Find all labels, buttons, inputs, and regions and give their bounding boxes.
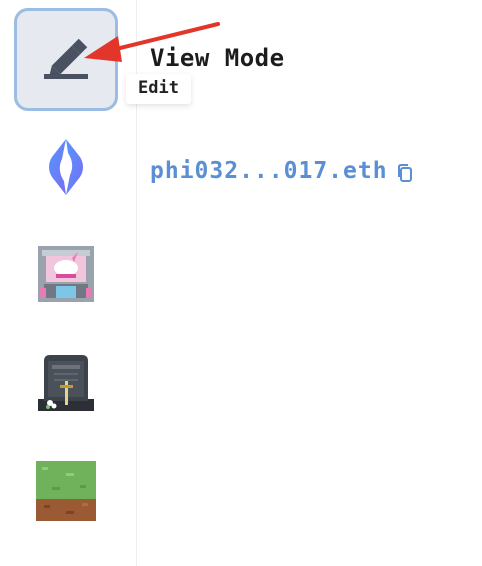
unicorn-shop-icon <box>38 246 94 302</box>
copy-icon[interactable] <box>396 163 414 183</box>
grass-block-button[interactable] <box>36 461 96 521</box>
unicorn-shop-button[interactable] <box>36 244 96 304</box>
loot-tombstone-button[interactable] <box>36 353 96 413</box>
ens-address[interactable]: phi032...017.eth <box>150 158 388 184</box>
address-row: phi032...017.eth <box>150 158 414 184</box>
grass-block-icon <box>36 461 96 521</box>
edit-tooltip: Edit <box>126 74 191 104</box>
sidebar <box>0 0 137 566</box>
loot-tombstone-icon <box>38 355 94 411</box>
pencil-icon <box>44 38 88 79</box>
app-root: View Mode Edit phi032...017.eth <box>0 0 482 566</box>
ens-logo-icon <box>49 139 83 195</box>
ens-logo-button[interactable] <box>36 137 96 197</box>
edit-button[interactable] <box>14 8 118 111</box>
page-title: View Mode <box>150 44 285 72</box>
